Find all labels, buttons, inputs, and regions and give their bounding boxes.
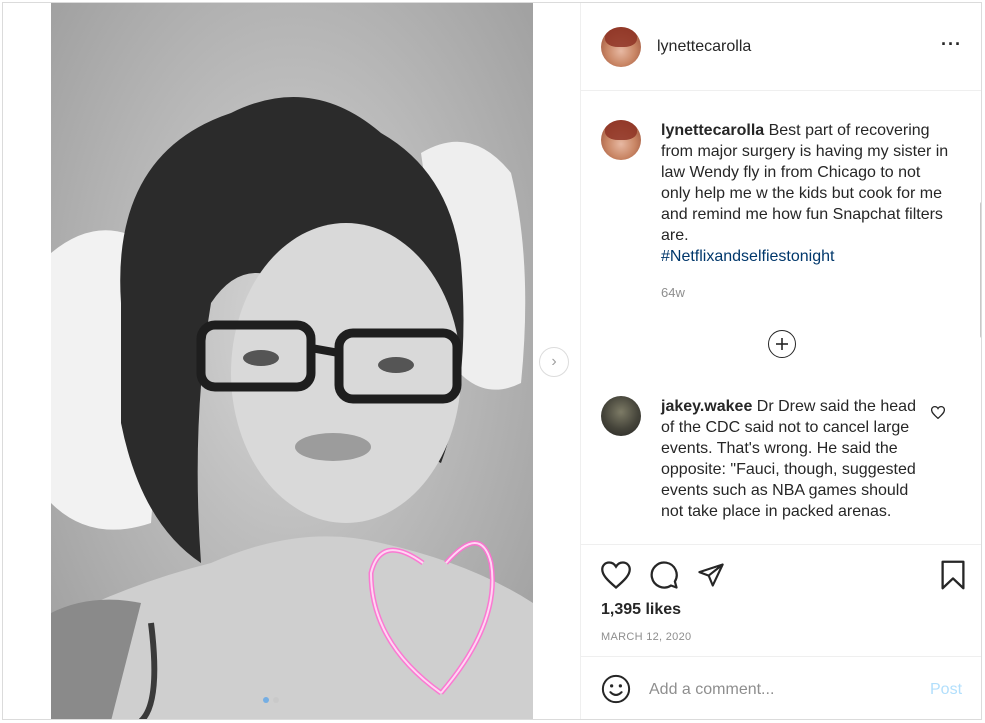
caption-timestamp[interactable]: 64w bbox=[661, 282, 951, 303]
post-media: › bbox=[3, 3, 580, 719]
more-horizontal-icon: ··· bbox=[941, 34, 962, 54]
caption-body: lynettecarolla Best part of recovering f… bbox=[661, 120, 951, 303]
selfie-image bbox=[51, 97, 533, 719]
emoji-icon bbox=[601, 674, 631, 704]
post-header: lynettecarolla ··· bbox=[581, 3, 981, 91]
carousel-dot bbox=[273, 697, 279, 703]
comment-icon bbox=[650, 561, 678, 589]
author-avatar[interactable] bbox=[601, 26, 641, 67]
carousel-dot-active bbox=[263, 697, 269, 703]
more-options-button[interactable]: ··· bbox=[941, 35, 962, 53]
post-actions: 1,395 likes MARCH 12, 2020 bbox=[581, 544, 981, 656]
caption-text: Best part of recovering from major surge… bbox=[661, 122, 949, 244]
comment-like-button[interactable] bbox=[930, 406, 946, 424]
share-icon bbox=[698, 563, 724, 587]
plus-icon bbox=[776, 338, 788, 350]
save-button[interactable] bbox=[939, 560, 967, 595]
post-photo[interactable] bbox=[51, 3, 533, 719]
commenter-username[interactable]: jakey.wakee bbox=[661, 398, 752, 415]
share-button[interactable] bbox=[697, 561, 725, 594]
comments-scrollbar[interactable] bbox=[980, 202, 981, 338]
post-comment-button[interactable]: Post bbox=[930, 681, 962, 699]
post-date[interactable]: MARCH 12, 2020 bbox=[601, 631, 691, 643]
caption-username[interactable]: lynettecarolla bbox=[661, 122, 764, 139]
post-dialog: › lynettecarolla ··· lynettecarolla Best… bbox=[2, 2, 982, 720]
comment-button[interactable] bbox=[649, 560, 679, 595]
chevron-right-icon: › bbox=[551, 353, 557, 370]
caption-hashtag[interactable]: #Netflixandselfiestonight bbox=[661, 246, 951, 267]
like-button[interactable] bbox=[601, 561, 631, 594]
comment-item: jakey.wakee Dr Drew said the head of the… bbox=[601, 396, 923, 522]
emoji-button[interactable] bbox=[601, 674, 631, 709]
load-more-comments-button[interactable] bbox=[768, 330, 796, 358]
likes-count[interactable]: 1,395 likes bbox=[601, 601, 681, 619]
author-username[interactable]: lynettecarolla bbox=[657, 38, 751, 56]
commenter-avatar[interactable] bbox=[601, 396, 641, 436]
heart-icon bbox=[930, 406, 946, 420]
carousel-next-button[interactable]: › bbox=[539, 347, 569, 377]
heart-icon bbox=[601, 561, 631, 589]
comment-input[interactable] bbox=[649, 677, 919, 703]
bookmark-icon bbox=[941, 560, 965, 590]
comment-body: jakey.wakee Dr Drew said the head of the… bbox=[661, 396, 923, 522]
comment-text: Dr Drew said the head of the CDC said no… bbox=[661, 398, 916, 520]
post-caption: lynettecarolla Best part of recovering f… bbox=[601, 120, 951, 303]
caption-avatar[interactable] bbox=[601, 120, 641, 160]
carousel-indicator bbox=[263, 697, 279, 703]
post-details-panel: lynettecarolla ··· lynettecarolla Best p… bbox=[580, 3, 981, 719]
comments-section: lynettecarolla Best part of recovering f… bbox=[581, 92, 981, 544]
add-comment-bar: Post bbox=[581, 656, 981, 719]
